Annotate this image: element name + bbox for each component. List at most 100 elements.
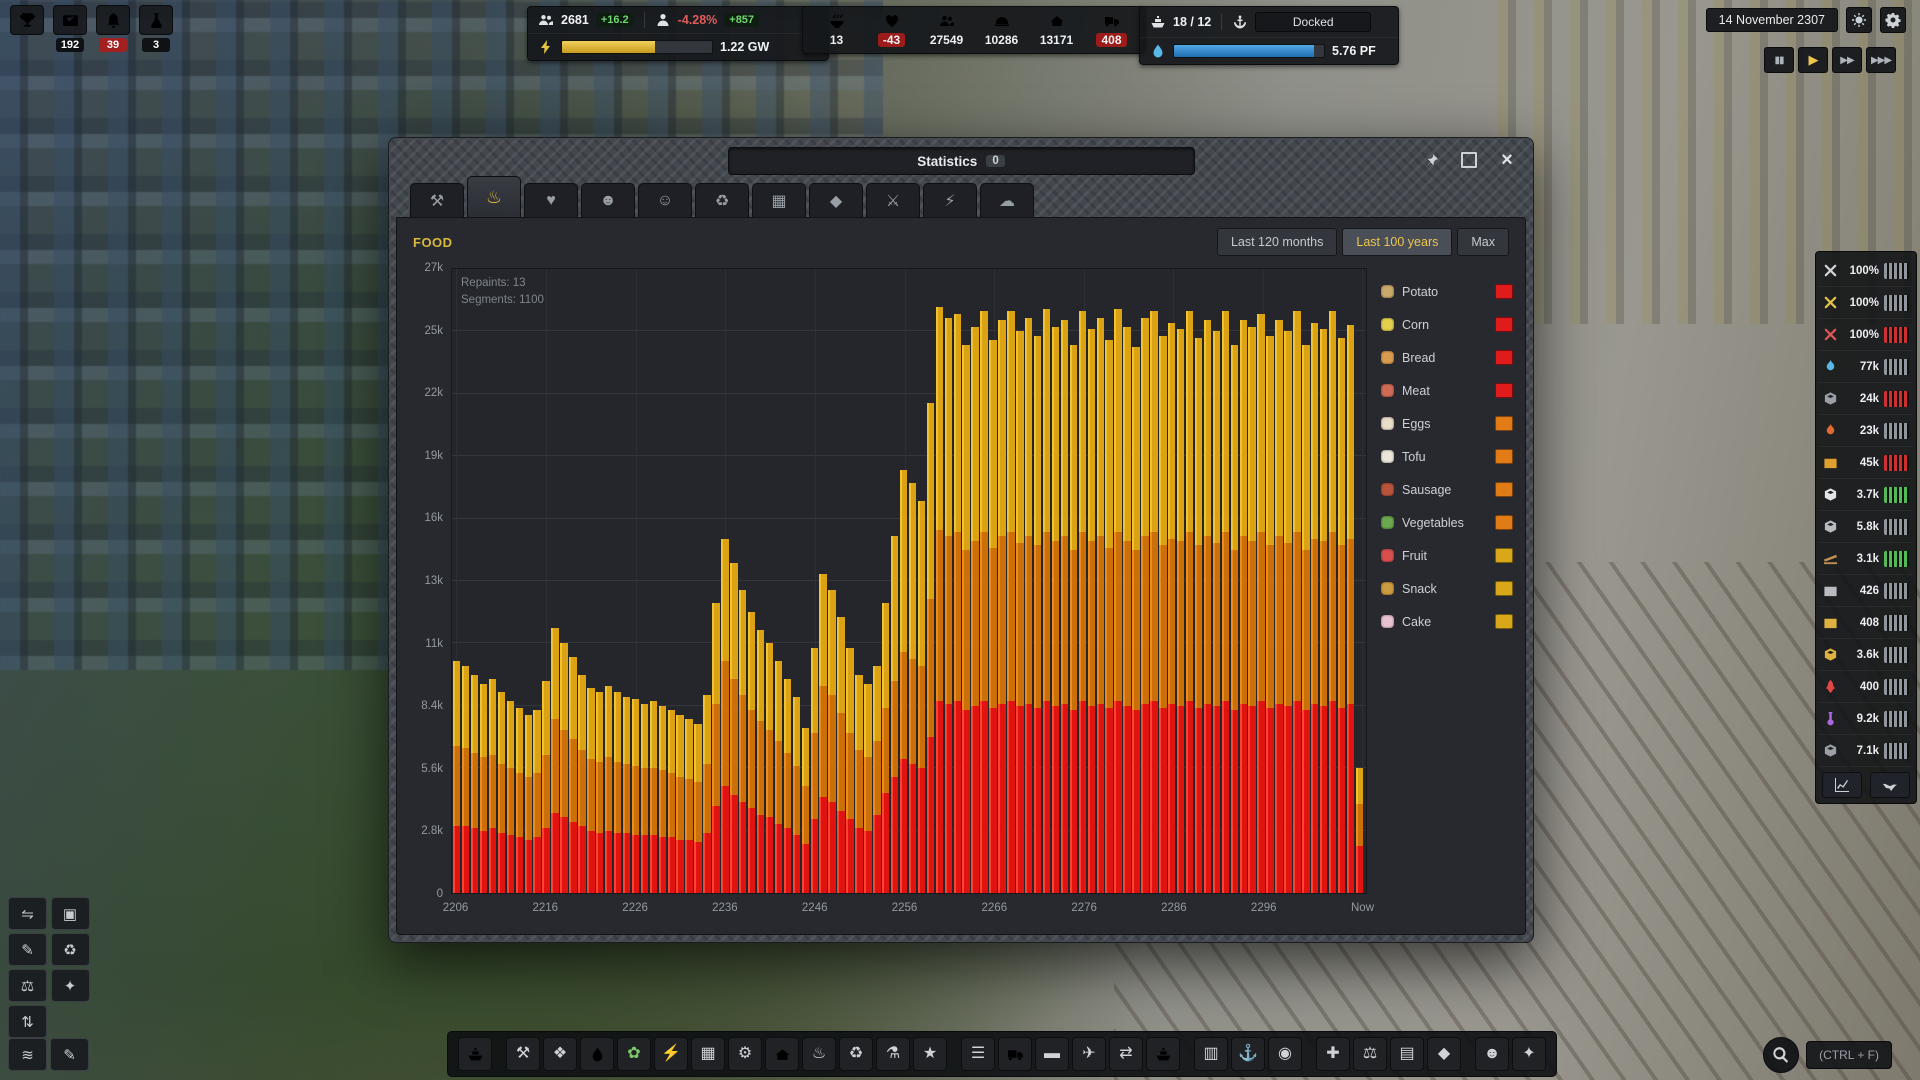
- toolbar-chemistry-button[interactable]: ✚: [1316, 1037, 1350, 1071]
- tab-electricity[interactable]: ⚡: [923, 183, 977, 217]
- toolbar-ship-transport-button[interactable]: [458, 1037, 492, 1071]
- toolbar-fishing-button[interactable]: ⚓: [1231, 1037, 1265, 1071]
- toolbar-trains-button[interactable]: ☰: [961, 1037, 995, 1071]
- resource-row-electronics[interactable]: 408: [1819, 607, 1913, 639]
- resource-row-maintenance-1[interactable]: 100%: [1819, 255, 1913, 287]
- toolbar-machines-button[interactable]: ⚙: [728, 1037, 762, 1071]
- resource-row-water[interactable]: 77k: [1819, 351, 1913, 383]
- toolbar-population-overview-button[interactable]: ☻: [1475, 1037, 1509, 1071]
- tab-recycling[interactable]: ♻: [695, 183, 749, 217]
- legend-item-cake[interactable]: Cake: [1381, 612, 1513, 631]
- legend-item-snack[interactable]: Snack: [1381, 579, 1513, 598]
- chart-plot-area[interactable]: Repaints: 13 Segments: 1100: [451, 268, 1367, 894]
- resource-row-wood[interactable]: 3.1k: [1819, 543, 1913, 575]
- speed-fast-button[interactable]: ▶▶: [1832, 47, 1862, 73]
- date-display[interactable]: 14 November 2307: [1706, 8, 1838, 32]
- range-last-120-months[interactable]: Last 120 months: [1217, 228, 1337, 256]
- power-bar[interactable]: [561, 40, 713, 54]
- resource-row-copper[interactable]: 45k: [1819, 447, 1913, 479]
- edit-tool[interactable]: ✎: [50, 1038, 89, 1071]
- hud-badge-achievements[interactable]: [10, 5, 44, 52]
- speed-pause-button[interactable]: ▮▮: [1764, 47, 1794, 73]
- toolbar-research-lab-button[interactable]: ⚗: [876, 1037, 910, 1071]
- need-health[interactable]: -43: [864, 11, 919, 49]
- elevation-tool[interactable]: ⇅: [8, 1005, 47, 1038]
- hud-badge-prosperity[interactable]: 192: [53, 5, 87, 52]
- legend-item-sausage[interactable]: Sausage: [1381, 480, 1513, 499]
- hud-badge-alerts[interactable]: 39: [96, 5, 130, 52]
- toolbar-education-button[interactable]: ◆: [1427, 1037, 1461, 1071]
- resource-row-fuel[interactable]: 23k: [1819, 415, 1913, 447]
- toolbar-fireworks-button[interactable]: ✦: [1512, 1037, 1546, 1071]
- toolbar-cargo-depot-button[interactable]: ▥: [1194, 1037, 1228, 1071]
- legend-item-bread[interactable]: Bread: [1381, 348, 1513, 367]
- legend-item-corn[interactable]: Corn: [1381, 315, 1513, 334]
- toolbar-warehouse-button[interactable]: ▤: [1390, 1037, 1424, 1071]
- resource-row-mech-parts[interactable]: 426: [1819, 575, 1913, 607]
- toolbar-trading-button[interactable]: ⚖: [1353, 1037, 1387, 1071]
- search-button[interactable]: [1763, 1037, 1799, 1073]
- resource-row-gold[interactable]: 3.6k: [1819, 639, 1913, 671]
- toolbar-agriculture-button[interactable]: ✿: [617, 1037, 651, 1071]
- resource-row-slag[interactable]: 7.1k: [1819, 735, 1913, 767]
- terrain-tool[interactable]: ≋: [8, 1038, 47, 1071]
- ship-status-select[interactable]: Docked: [1255, 12, 1371, 32]
- water-bar[interactable]: [1173, 44, 1325, 58]
- toolbar-waste-button[interactable]: ♻: [839, 1037, 873, 1071]
- toolbar-trucks-button[interactable]: [998, 1037, 1032, 1071]
- pin-button[interactable]: [1416, 146, 1446, 174]
- speed-fastest-button[interactable]: ▶▶▶: [1866, 47, 1896, 73]
- tab-population[interactable]: ☻: [581, 183, 635, 217]
- resource-row-concrete[interactable]: 3.7k: [1819, 479, 1913, 511]
- need-housing[interactable]: 13171: [1029, 11, 1084, 49]
- flip-tool[interactable]: ⇋: [8, 897, 47, 930]
- resource-row-iron-ore[interactable]: 24k: [1819, 383, 1913, 415]
- pipette-tool[interactable]: ✎: [8, 933, 47, 966]
- tab-pollution[interactable]: ☁: [980, 183, 1034, 217]
- window-title-pill[interactable]: Statistics 0: [728, 147, 1195, 175]
- toolbar-tunneling-button[interactable]: ❖: [543, 1037, 577, 1071]
- tab-food[interactable]: ♨: [467, 176, 521, 217]
- resource-row-maintenance-3[interactable]: 100%: [1819, 319, 1913, 351]
- toolbar-power-plant-button[interactable]: ⚡: [654, 1037, 688, 1071]
- toolbar-housing-button[interactable]: [765, 1037, 799, 1071]
- toolbar-harbor-button[interactable]: [1146, 1037, 1180, 1071]
- maximize-button[interactable]: [1454, 146, 1484, 174]
- hud-badge-research[interactable]: 3: [139, 5, 173, 52]
- settings-button[interactable]: [1880, 7, 1906, 33]
- need-workers[interactable]: 10286: [974, 11, 1029, 49]
- range-last-100-years[interactable]: Last 100 years: [1342, 228, 1452, 256]
- close-button[interactable]: ×: [1492, 146, 1522, 174]
- legend-item-eggs[interactable]: Eggs: [1381, 414, 1513, 433]
- need-vehicles[interactable]: 408: [1084, 11, 1139, 49]
- resource-row-chemicals[interactable]: 9.2k: [1819, 703, 1913, 735]
- resource-row-rockets[interactable]: 400: [1819, 671, 1913, 703]
- tab-maintenance[interactable]: ⚔: [866, 183, 920, 217]
- wildlife-button[interactable]: [1870, 772, 1910, 798]
- tab-resources[interactable]: ▦: [752, 183, 806, 217]
- resource-row-steel[interactable]: 5.8k: [1819, 511, 1913, 543]
- tab-fuel[interactable]: ◆: [809, 183, 863, 217]
- range-max[interactable]: Max: [1457, 228, 1509, 256]
- toolbar-water-pump-button[interactable]: [580, 1037, 614, 1071]
- toolbar-veh-depot-button[interactable]: ▬: [1035, 1037, 1069, 1071]
- brush-tool[interactable]: ✦: [51, 969, 90, 1002]
- need-population[interactable]: 27549: [919, 11, 974, 49]
- copy-tool[interactable]: ▣: [51, 897, 90, 930]
- tab-health[interactable]: ♥: [524, 183, 578, 217]
- legend-item-meat[interactable]: Meat: [1381, 381, 1513, 400]
- toolbar-storage-button[interactable]: ▦: [691, 1037, 725, 1071]
- toolbar-world-map-button[interactable]: ◉: [1268, 1037, 1302, 1071]
- legend-item-vegetables[interactable]: Vegetables: [1381, 513, 1513, 532]
- legend-item-fruit[interactable]: Fruit: [1381, 546, 1513, 565]
- toolbar-aircraft-button[interactable]: ✈: [1072, 1037, 1106, 1071]
- speed-play-button[interactable]: ▶: [1798, 47, 1828, 73]
- toolbar-mining-button[interactable]: ⚒: [506, 1037, 540, 1071]
- legend-item-tofu[interactable]: Tofu: [1381, 447, 1513, 466]
- toolbar-food-services-button[interactable]: ♨: [802, 1037, 836, 1071]
- toolbar-beautification-button[interactable]: ★: [913, 1037, 947, 1071]
- statistics-shortcut-button[interactable]: [1822, 772, 1862, 798]
- balance-tool[interactable]: ⚖: [8, 969, 47, 1002]
- resource-row-maintenance-2[interactable]: 100%: [1819, 287, 1913, 319]
- need-food[interactable]: 13: [809, 11, 864, 49]
